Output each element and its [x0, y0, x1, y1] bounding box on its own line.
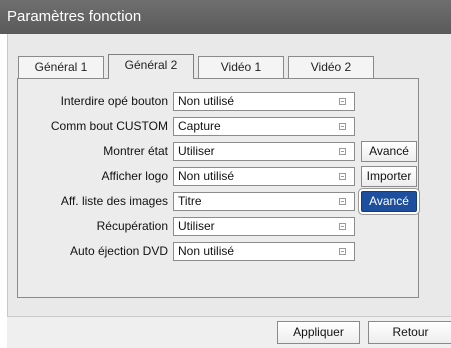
select-value: Titre [178, 194, 202, 208]
select-value: Utiliser [178, 144, 215, 158]
dropdown-icon [339, 123, 346, 130]
setting-select-comm-bout-custom[interactable]: Capture [173, 117, 355, 136]
select-value: Non utilisé [178, 244, 235, 258]
dropdown-icon [339, 173, 346, 180]
montrer-etat-avance-button[interactable]: Avancé [361, 141, 417, 162]
setting-label-interdire-ope-bouton: Interdire opé bouton [60, 94, 168, 108]
dropdown-icon [339, 223, 346, 230]
tab-general-2[interactable]: Général 2 [108, 54, 194, 79]
afficher-logo-importer-button[interactable]: Importer [361, 166, 417, 187]
setting-select-aff-liste-images[interactable]: Titre [173, 192, 355, 211]
setting-select-recuperation[interactable]: Utiliser [173, 217, 355, 236]
tab-video-1[interactable]: Vidéo 1 [198, 56, 284, 78]
setting-label-montrer-etat: Montrer état [103, 144, 168, 158]
setting-label-recuperation: Récupération [96, 219, 168, 233]
dropdown-icon [339, 198, 346, 205]
setting-select-afficher-logo[interactable]: Non utilisé [173, 167, 355, 186]
setting-select-montrer-etat[interactable]: Utiliser [173, 142, 355, 161]
dropdown-icon [339, 98, 346, 105]
content-area: Général 1 Général 2 Vidéo 1 Vidéo 2 Inte… [7, 34, 451, 316]
tab-general-1[interactable]: Général 1 [18, 56, 104, 78]
window-title: Paramètres fonction [0, 0, 451, 34]
apply-button[interactable]: Appliquer [277, 321, 360, 344]
setting-label-afficher-logo: Afficher logo [101, 169, 169, 183]
setting-label-auto-ejection-dvd: Auto éjection DVD [69, 244, 168, 258]
dropdown-icon [339, 248, 346, 255]
tab-video-2[interactable]: Vidéo 2 [288, 56, 374, 78]
setting-label-comm-bout-custom: Comm bout CUSTOM [50, 119, 168, 133]
settings-window: Paramètres fonction Général 1 Général 2 … [0, 0, 451, 348]
setting-label-aff-liste-images: Aff. liste des images [60, 194, 168, 208]
aff-liste-images-avance-button[interactable]: Avancé [361, 191, 417, 212]
dropdown-icon [339, 148, 346, 155]
back-button[interactable]: Retour [368, 321, 451, 344]
select-value: Utiliser [178, 219, 215, 233]
setting-select-interdire-ope-bouton[interactable]: Non utilisé [173, 92, 355, 111]
select-value: Non utilisé [178, 169, 235, 183]
setting-select-auto-ejection-dvd[interactable]: Non utilisé [173, 242, 355, 261]
dialog-footer: Appliquer Retour [7, 316, 451, 348]
tab-panel: Interdire opé bouton Non utilisé Comm bo… [17, 78, 419, 298]
select-value: Non utilisé [178, 94, 235, 108]
select-value: Capture [178, 119, 221, 133]
